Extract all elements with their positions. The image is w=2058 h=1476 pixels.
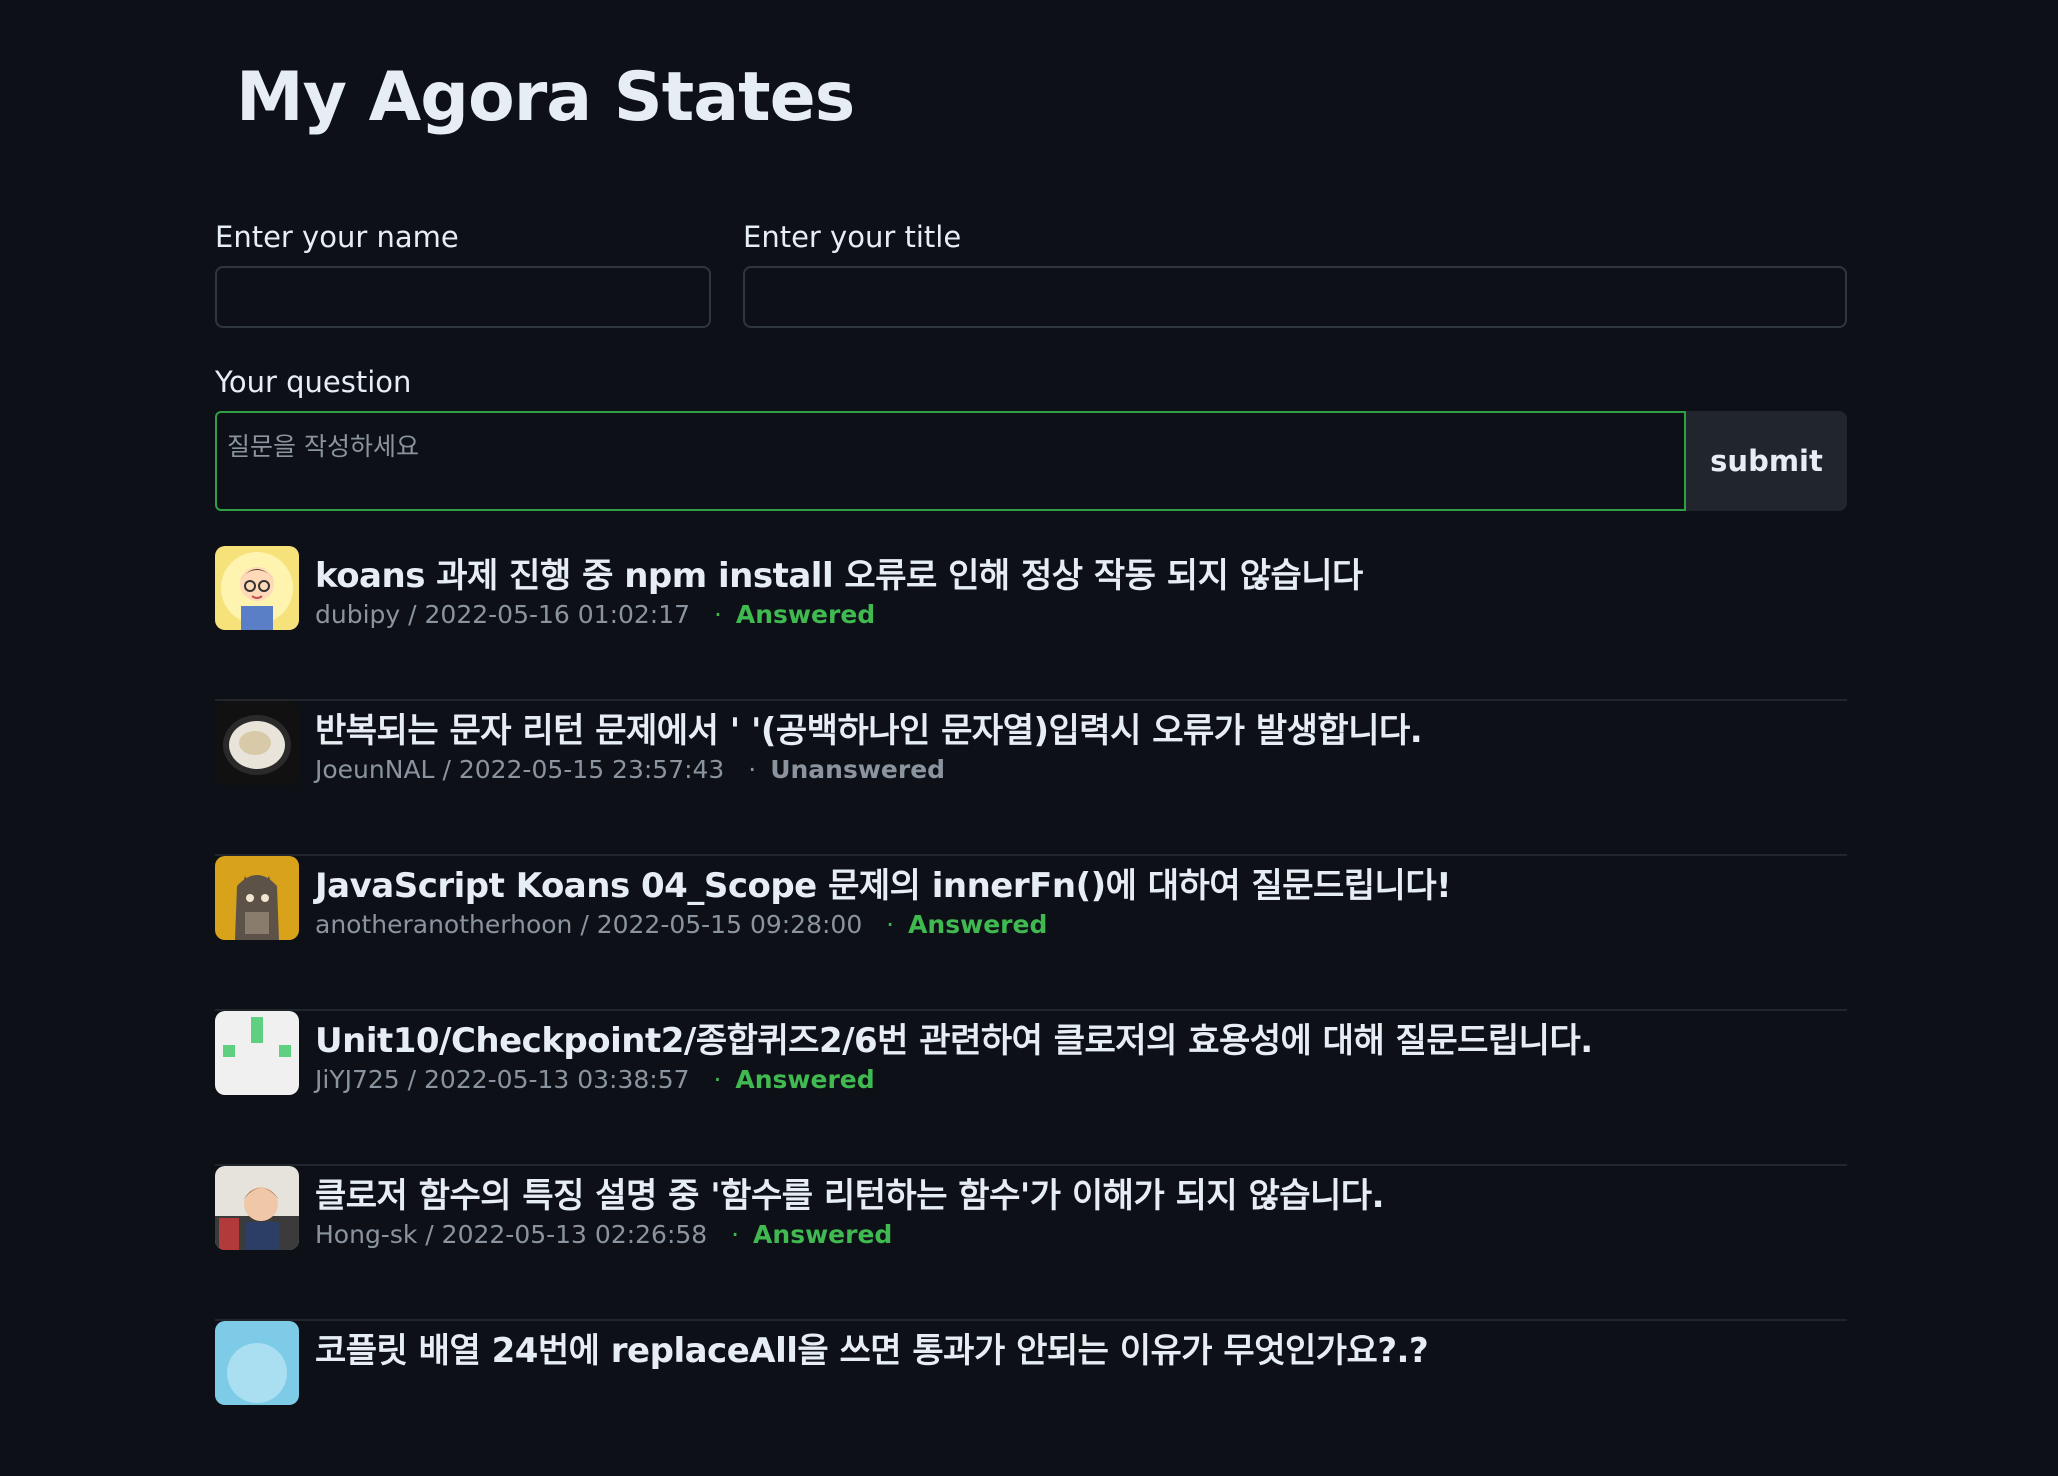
discussion-date: 2022-05-13 02:26:58 xyxy=(441,1220,708,1249)
discussion-list: koans 과제 진행 중 npm install 오류로 인해 정상 작동 되… xyxy=(215,546,1847,1476)
discussion-title[interactable]: koans 과제 진행 중 npm install 오류로 인해 정상 작동 되… xyxy=(315,548,1363,597)
separator-dot: · xyxy=(748,755,757,784)
discussion-date: 2022-05-15 09:28:00 xyxy=(596,910,863,939)
discussion-item[interactable]: 반복되는 문자 리턴 문제에서 ' '(공백하나인 문자열)입력시 오류가 발생… xyxy=(215,701,1847,856)
discussion-item[interactable]: JavaScript Koans 04_Scope 문제의 innerFn()에… xyxy=(215,856,1847,1011)
question-input[interactable] xyxy=(215,411,1686,511)
discussion-title[interactable]: 클로저 함수의 특징 설명 중 '함수를 리턴하는 함수'가 이해가 되지 않습… xyxy=(315,1168,1385,1217)
discussion-title[interactable]: Unit10/Checkpoint2/종합퀴즈2/6번 관련하여 클로저의 효용… xyxy=(315,1013,1593,1062)
discussion-item[interactable]: 코플릿 배열 24번에 replaceAll을 쓰면 통과가 안되는 이유가 무… xyxy=(215,1321,1847,1476)
discussion-title[interactable]: 코플릿 배열 24번에 replaceAll을 쓰면 통과가 안되는 이유가 무… xyxy=(315,1323,1429,1372)
name-input[interactable] xyxy=(215,266,711,328)
discussion-author: dubipy xyxy=(315,600,401,629)
discussion-item[interactable]: Unit10/Checkpoint2/종합퀴즈2/6번 관련하여 클로저의 효용… xyxy=(215,1011,1847,1166)
page-title: My Agora States xyxy=(236,58,855,137)
status-badge: Answered xyxy=(753,1220,893,1249)
avatar[interactable] xyxy=(215,1166,299,1250)
name-label: Enter your name xyxy=(215,220,459,254)
avatar[interactable] xyxy=(215,546,299,630)
discussion-item[interactable]: 클로저 함수의 특징 설명 중 '함수를 리턴하는 함수'가 이해가 되지 않습… xyxy=(215,1166,1847,1321)
discussion-date: 2022-05-13 03:38:57 xyxy=(424,1065,690,1094)
separator-dot: · xyxy=(886,910,895,939)
avatar[interactable] xyxy=(215,1321,299,1405)
discussion-author: anotheranotherhoon xyxy=(315,910,573,939)
discussion-meta: Hong-sk / 2022-05-13 02:26:58 · Answered xyxy=(315,1220,893,1249)
status-badge: Unanswered xyxy=(770,755,946,784)
separator-dot: · xyxy=(714,600,722,629)
discussion-title[interactable]: JavaScript Koans 04_Scope 문제의 innerFn()에… xyxy=(315,858,1452,907)
title-label: Enter your title xyxy=(743,220,962,254)
page: My Agora States Enter your name Enter yo… xyxy=(0,0,2058,1405)
discussion-item[interactable]: koans 과제 진행 중 npm install 오류로 인해 정상 작동 되… xyxy=(215,546,1847,701)
separator-dot: · xyxy=(731,1220,740,1249)
discussion-author: Hong-sk xyxy=(315,1220,418,1249)
separator-dot: · xyxy=(713,1065,722,1094)
discussion-meta: JiYJ725 / 2022-05-13 03:38:57 · Answered xyxy=(315,1065,875,1094)
discussion-meta: JoeunNAL / 2022-05-15 23:57:43 · Unanswe… xyxy=(315,755,946,784)
status-badge: Answered xyxy=(908,910,1048,939)
status-badge: Answered xyxy=(735,600,876,629)
discussion-date: 2022-05-16 01:02:17 xyxy=(424,600,691,629)
discussion-meta: dubipy / 2022-05-16 01:02:17 · Answered xyxy=(315,600,876,629)
discussion-title[interactable]: 반복되는 문자 리턴 문제에서 ' '(공백하나인 문자열)입력시 오류가 발생… xyxy=(315,703,1423,752)
discussion-author: JiYJ725 xyxy=(315,1065,400,1094)
discussion-author: JoeunNAL xyxy=(315,755,435,784)
question-label: Your question xyxy=(215,365,412,399)
avatar[interactable] xyxy=(215,856,299,940)
status-badge: Answered xyxy=(735,1065,875,1094)
avatar[interactable] xyxy=(215,701,299,785)
title-input[interactable] xyxy=(743,266,1847,328)
discussion-meta: anotheranotherhoon / 2022-05-15 09:28:00… xyxy=(315,910,1048,939)
discussion-date: 2022-05-15 23:57:43 xyxy=(458,755,725,784)
submit-button[interactable]: submit xyxy=(1686,411,1847,511)
avatar[interactable] xyxy=(215,1011,299,1095)
